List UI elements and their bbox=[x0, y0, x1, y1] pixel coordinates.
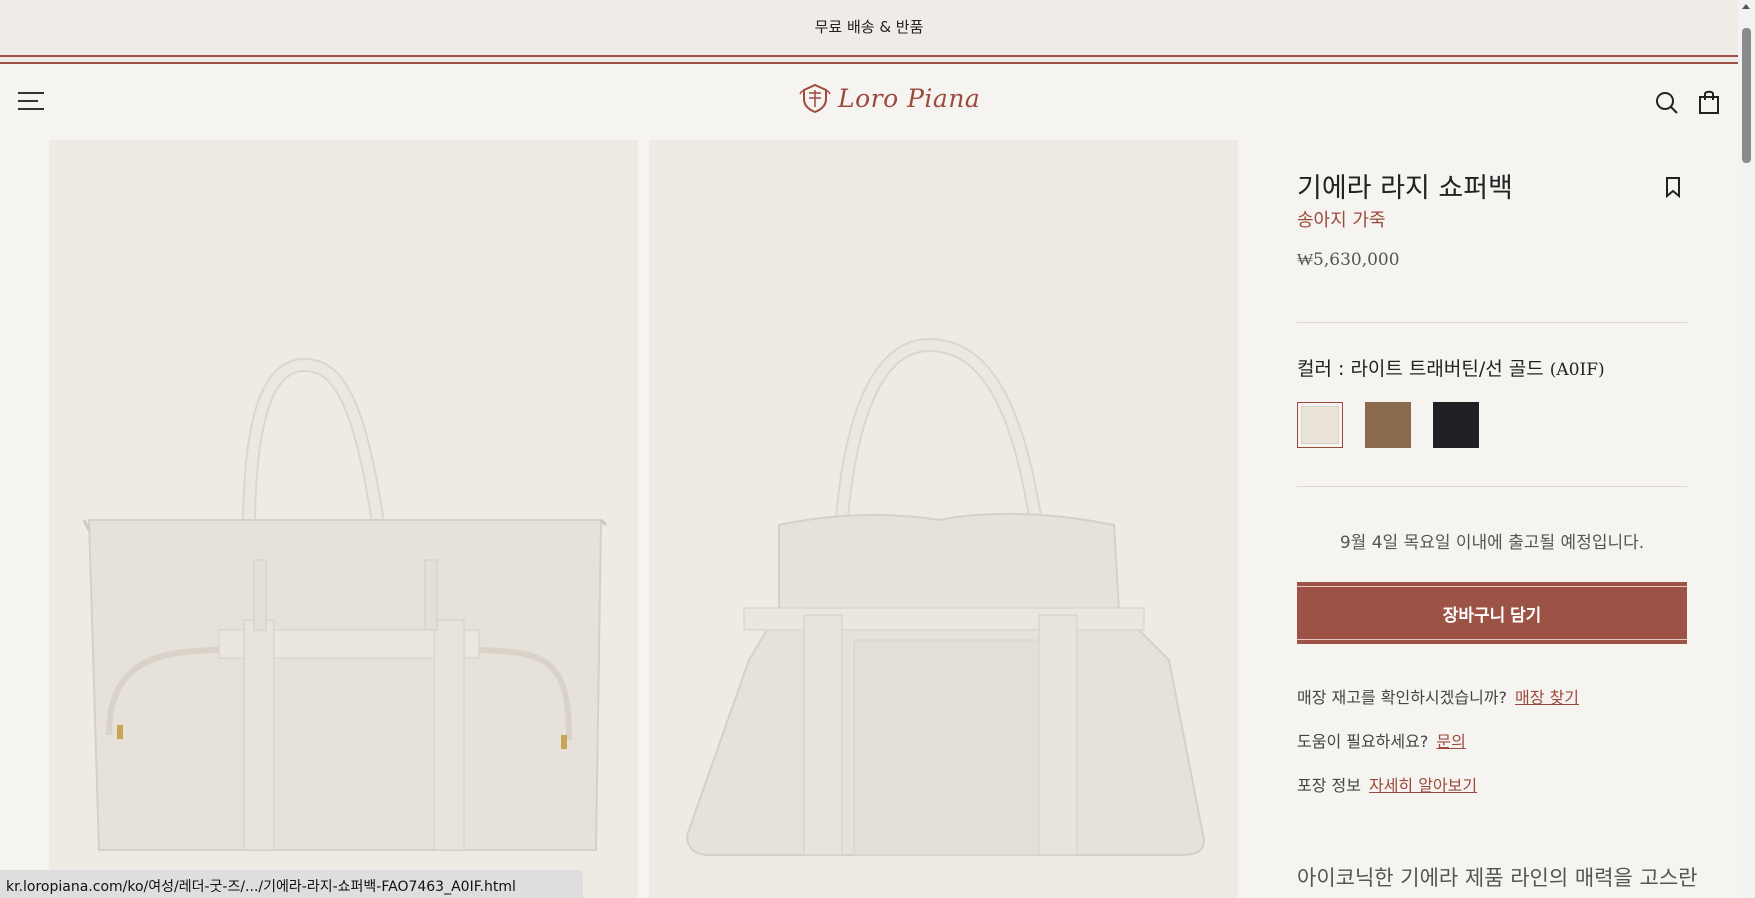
scrollbar-thumb[interactable] bbox=[1742, 28, 1751, 163]
site-header: Loro Piana bbox=[0, 64, 1738, 140]
contact-link[interactable]: 문의 bbox=[1436, 732, 1465, 751]
shipping-estimate: 9월 4일 목요일 이내에 출고될 예정입니다. bbox=[1339, 533, 1645, 553]
announcement-text: 무료 배송 & 반품 bbox=[814, 18, 924, 36]
color-swatch-black[interactable] bbox=[1433, 402, 1479, 448]
packaging-label: 포장 정보 bbox=[1297, 776, 1361, 795]
search-icon[interactable] bbox=[1655, 91, 1679, 115]
add-to-cart-label: 장바구니 담기 bbox=[1442, 606, 1542, 625]
add-to-cart-button[interactable]: 장바구니 담기 bbox=[1297, 582, 1687, 644]
scroll-up-arrow-icon[interactable] bbox=[1742, 4, 1750, 9]
color-swatch-light-travertine[interactable] bbox=[1297, 402, 1343, 448]
find-store-link[interactable]: 매장 찾기 bbox=[1515, 688, 1579, 707]
announcement-divider bbox=[0, 55, 1738, 57]
link-status-bar: kr.loropiana.com/ko/여성/레더-굿-즈/.../기에라-라지… bbox=[0, 870, 583, 898]
store-question: 매장 재고를 확인하시겠습니까? bbox=[1297, 688, 1508, 707]
color-swatch-brown[interactable] bbox=[1365, 402, 1411, 448]
help-question: 도움이 필요하세요? bbox=[1297, 732, 1429, 751]
crest-icon bbox=[799, 83, 831, 114]
shopping-bag-icon[interactable] bbox=[1698, 89, 1720, 115]
product-title: 기에라 라지 쇼퍼백 bbox=[1297, 173, 1513, 204]
product-description: 아이코닉한 기에라 제품 라인의 매력을 고스란 bbox=[1297, 866, 1698, 890]
divider bbox=[1297, 486, 1687, 487]
product-image-front[interactable] bbox=[49, 140, 638, 898]
product-price: ₩5,630,000 bbox=[1297, 250, 1400, 270]
bookmark-icon[interactable] bbox=[1665, 176, 1681, 198]
page-scrollbar[interactable] bbox=[1738, 0, 1755, 898]
color-name: 컬러 : 라이트 트래버틴/선 골드 bbox=[1297, 358, 1544, 380]
product-image-side[interactable] bbox=[649, 140, 1238, 898]
brand-logo[interactable]: Loro Piana bbox=[798, 82, 980, 114]
help-row: 도움이 필요하세요? 문의 bbox=[1297, 728, 1466, 752]
announcement-bar: 무료 배송 & 반품 bbox=[0, 0, 1738, 64]
packaging-row: 포장 정보 자세히 알아보기 bbox=[1297, 772, 1477, 796]
swatch-fill bbox=[1301, 406, 1339, 444]
store-stock-row: 매장 재고를 확인하시겠습니까? 매장 찾기 bbox=[1297, 684, 1579, 708]
logo-wordmark: Loro Piana bbox=[838, 83, 981, 113]
color-label: 컬러 : 라이트 트래버틴/선 골드 (A0IF) bbox=[1297, 354, 1605, 381]
packaging-learn-more-link[interactable]: 자세히 알아보기 bbox=[1369, 776, 1477, 795]
color-code: (A0IF) bbox=[1549, 360, 1605, 380]
product-material: 송아지 가죽 bbox=[1297, 210, 1386, 231]
divider bbox=[1297, 322, 1687, 323]
hamburger-icon[interactable] bbox=[18, 90, 44, 112]
